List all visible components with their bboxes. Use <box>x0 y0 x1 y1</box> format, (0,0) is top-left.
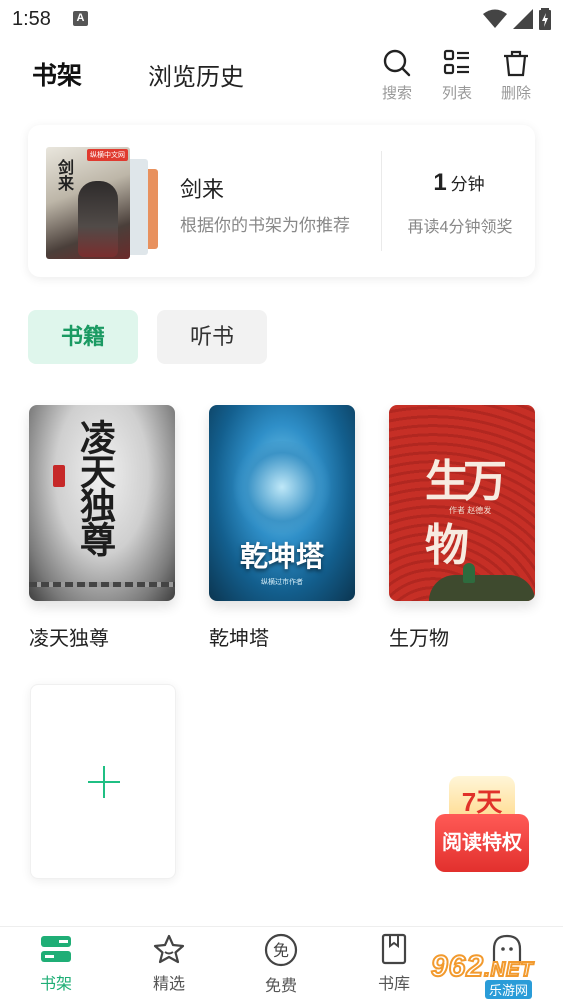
book-title[interactable]: 生万物 <box>389 622 535 651</box>
header: 书架 浏览历史 搜索 列表 删除 <box>0 40 563 110</box>
search-icon <box>383 49 411 77</box>
tab-bookshelf[interactable]: 书架 <box>32 56 82 92</box>
book-cover[interactable]: 生万物 作者 赵德发 <box>389 405 535 601</box>
cover-dragon <box>231 441 333 533</box>
cover-title: 剑来 <box>55 159 74 191</box>
list-view-button[interactable]: 列表 <box>435 48 479 103</box>
list-icon <box>443 49 469 75</box>
seven-day-privilege-badge[interactable]: 7天 阅读特权 <box>435 776 529 874</box>
list-label: 列表 <box>441 85 472 102</box>
book-item[interactable]: 生万物 作者 赵德发 生万物 <box>389 405 535 651</box>
cover-chain <box>29 582 175 587</box>
book-item[interactable]: 凌天独尊 凌天独尊 <box>29 405 175 651</box>
delete-button[interactable]: 删除 <box>494 48 538 103</box>
status-time: 1:58 <box>12 8 51 30</box>
reading-minutes[interactable]: 1 分钟 <box>398 169 520 197</box>
free-icon: 免 <box>264 933 298 967</box>
battery-icon <box>539 8 551 30</box>
recommendation-card[interactable]: 纵横中文网 剑来 剑来 根据你的书架为你推荐 1 分钟 再读4分钟领奖 <box>28 125 535 277</box>
minutes-value: 1 <box>433 169 447 196</box>
signal-icon <box>513 9 533 29</box>
cover-seal <box>53 465 65 487</box>
nav-free-label: 免费 <box>264 978 297 995</box>
library-icon <box>381 933 407 965</box>
star-icon <box>153 934 185 964</box>
promo-text: 阅读特权 <box>435 814 529 872</box>
minutes-unit: 分钟 <box>450 175 485 194</box>
nav-library-label: 书库 <box>377 976 410 993</box>
reward-hint[interactable]: 再读4分钟领奖 <box>390 213 530 237</box>
nav-featured[interactable]: 精选 <box>139 933 199 994</box>
cover-author: 作者 赵德发 <box>449 506 492 515</box>
watermark-sub: 乐游网 <box>485 980 533 999</box>
cover-hill <box>429 575 535 601</box>
tab-history[interactable]: 浏览历史 <box>148 57 244 92</box>
bookshelf-icon <box>41 936 71 962</box>
search-label: 搜索 <box>381 85 412 102</box>
site-watermark: 962.NET 乐游网 <box>423 946 559 999</box>
status-bar: 1:58 A <box>0 0 563 38</box>
cover-title: 凌天独尊 <box>74 419 116 555</box>
recommend-subtitle: 根据你的书架为你推荐 <box>180 216 350 235</box>
cover-publisher-badge: 纵横中文网 <box>87 149 128 161</box>
cover-subtitle: 纵横过市作者 <box>261 579 303 586</box>
book-title[interactable]: 凌天独尊 <box>29 622 175 651</box>
category-audio-chip[interactable]: 听书 <box>157 310 267 364</box>
svg-text:免: 免 <box>273 941 289 960</box>
add-book-button[interactable] <box>30 684 176 879</box>
search-button[interactable]: 搜索 <box>375 48 419 103</box>
delete-label: 删除 <box>500 85 531 102</box>
cover-title: 乾坤塔 <box>239 540 324 573</box>
nav-free[interactable]: 免 免费 <box>251 933 311 996</box>
nav-library[interactable]: 书库 <box>364 933 424 994</box>
trash-icon <box>504 50 528 77</box>
book-title[interactable]: 乾坤塔 <box>209 622 355 651</box>
nav-featured-label: 精选 <box>152 976 185 993</box>
notification-icon: A <box>73 11 88 26</box>
status-indicators <box>483 8 551 30</box>
nav-bookshelf[interactable]: 书架 <box>26 933 86 994</box>
book-item[interactable]: 乾坤塔 纵横过市作者 乾坤塔 <box>209 405 355 651</box>
watermark-logo: 962.NET <box>430 949 534 984</box>
cover-figure <box>463 563 475 583</box>
divider <box>381 151 382 251</box>
nav-bookshelf-label: 书架 <box>39 976 72 993</box>
recommend-cover: 纵横中文网 剑来 <box>46 147 130 259</box>
recommend-covers: 纵横中文网 剑来 <box>46 145 164 261</box>
book-cover[interactable]: 乾坤塔 纵横过市作者 <box>209 405 355 601</box>
wifi-icon <box>483 9 507 28</box>
recommend-title: 剑来 <box>180 177 225 202</box>
book-cover[interactable]: 凌天独尊 <box>29 405 175 601</box>
cover-figure <box>78 181 118 257</box>
category-books-chip[interactable]: 书籍 <box>28 310 138 364</box>
